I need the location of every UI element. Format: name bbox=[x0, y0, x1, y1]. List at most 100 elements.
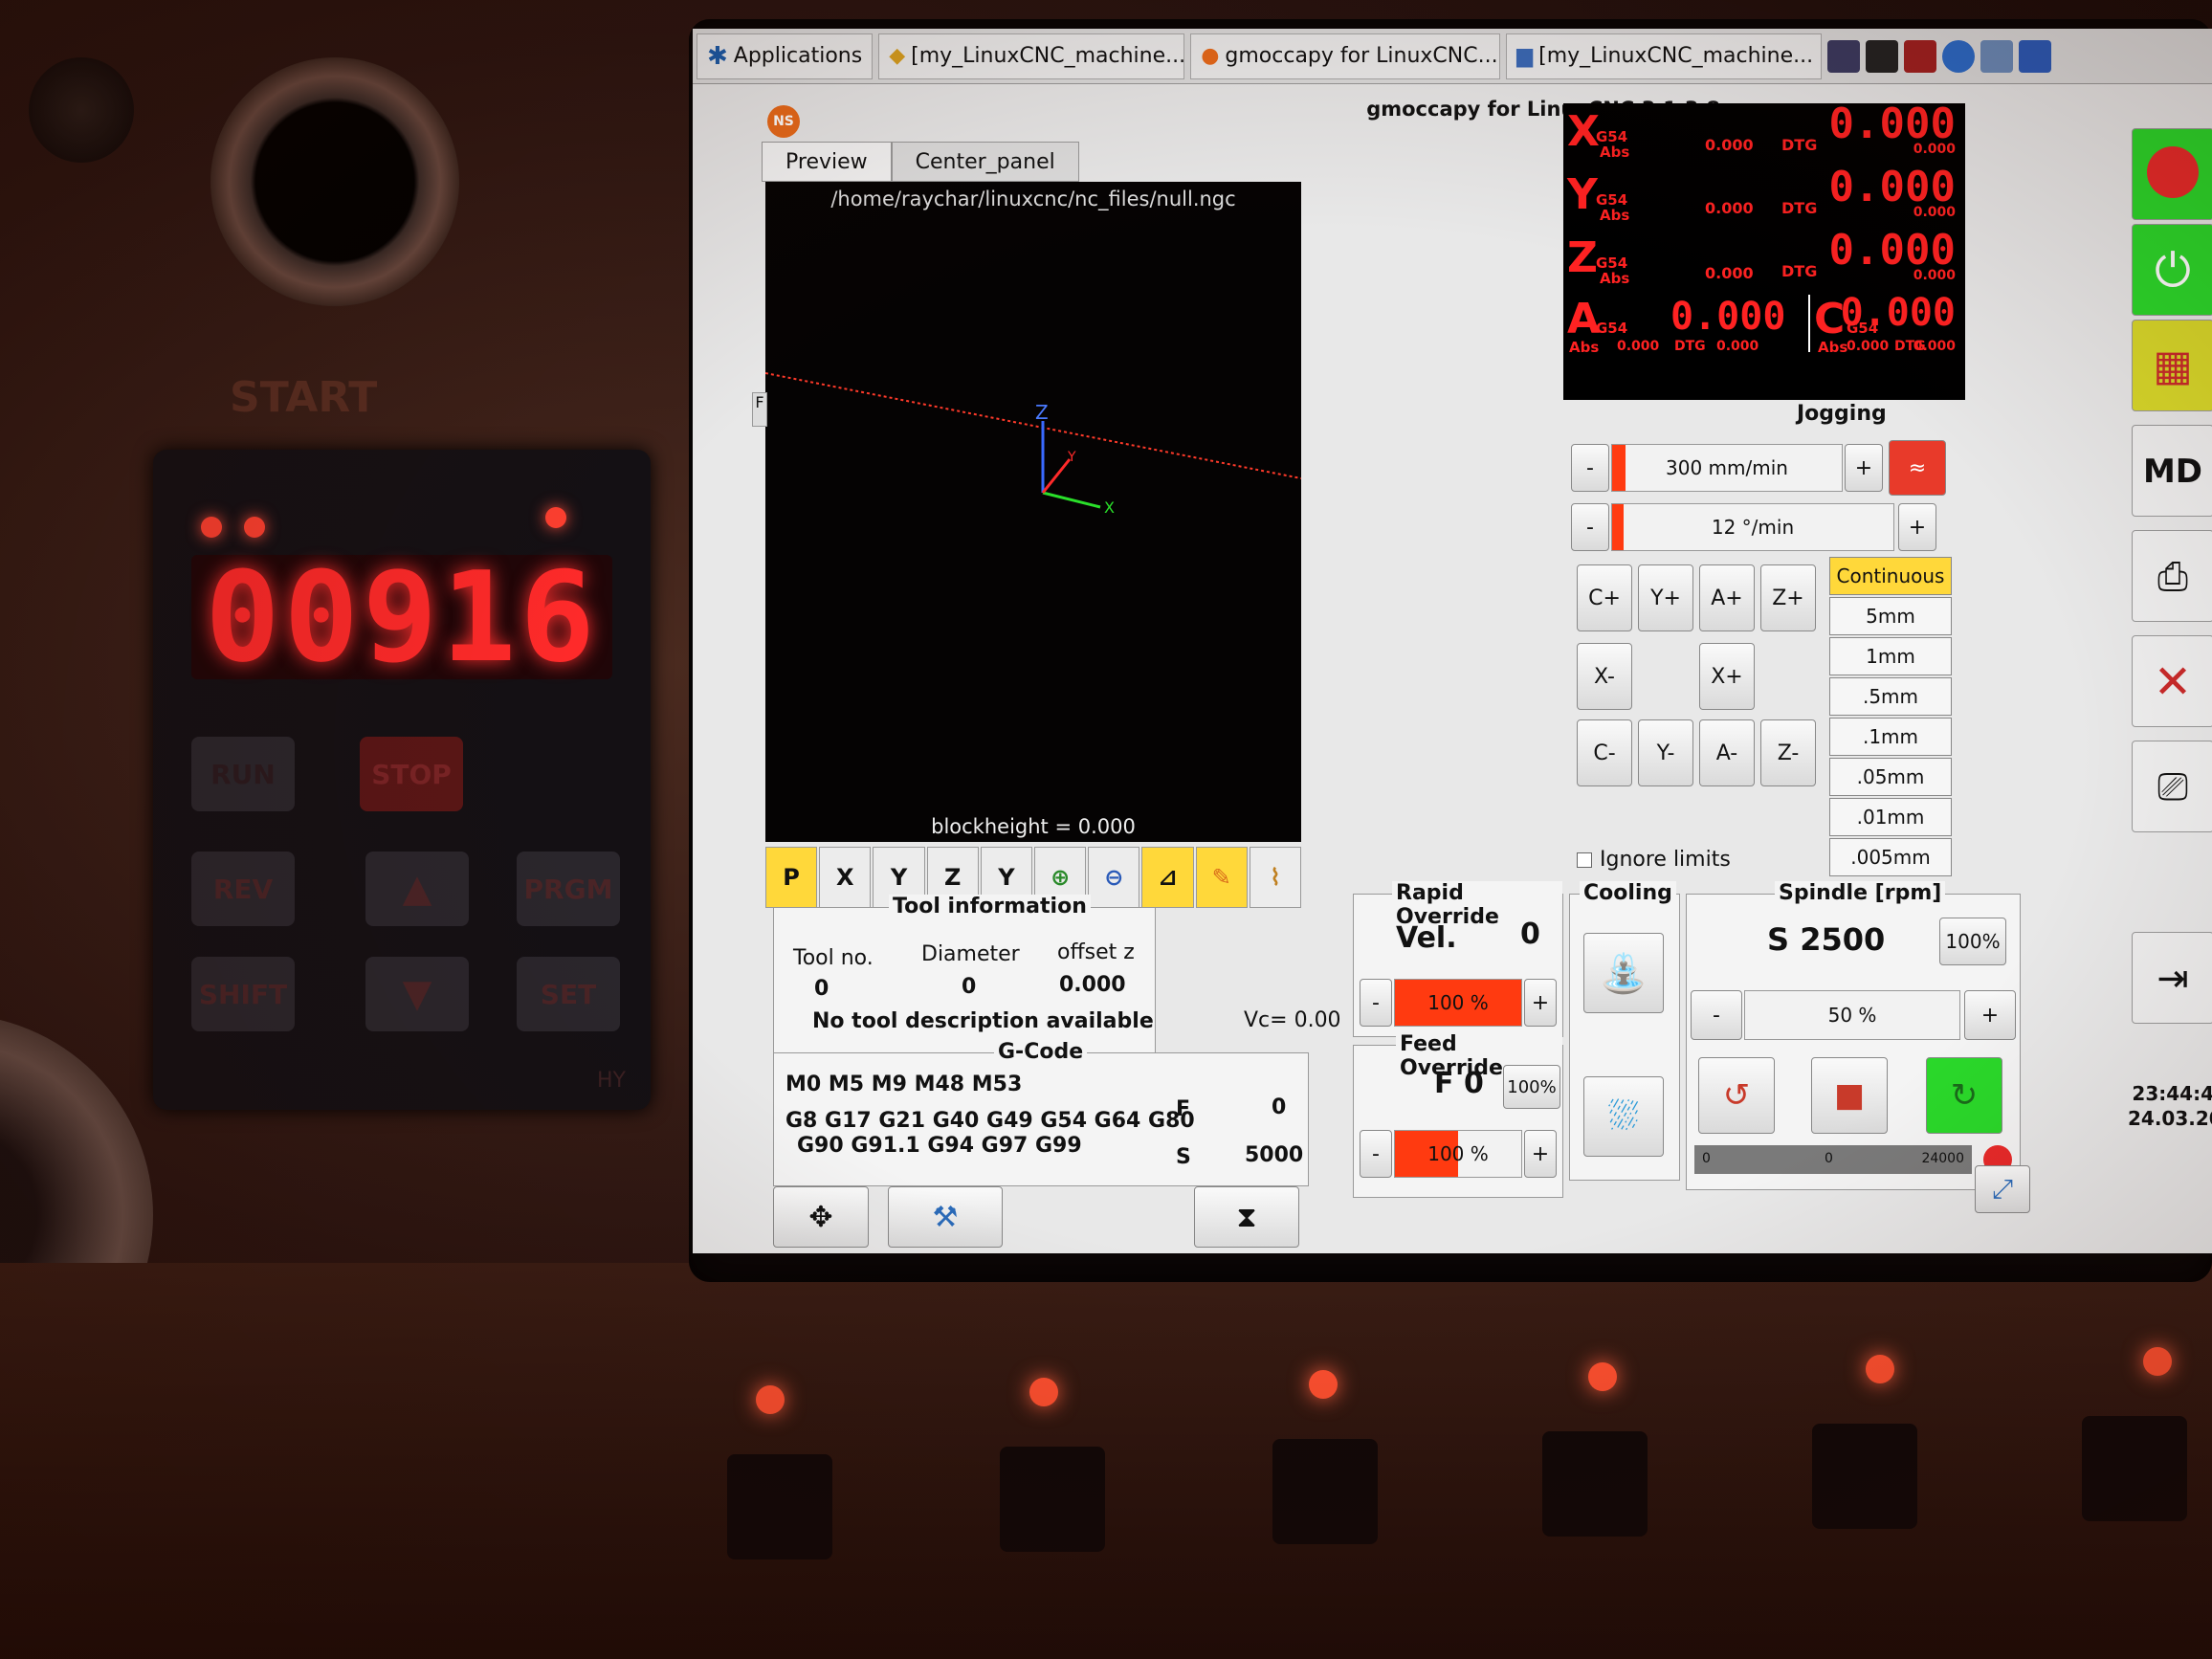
panel-knob[interactable] bbox=[29, 57, 134, 163]
jog-mode-icon[interactable]: ✥ bbox=[773, 1186, 869, 1248]
vfd-prgm-button[interactable]: PRGM bbox=[517, 852, 620, 926]
feed-reset-button[interactable]: 100% bbox=[1503, 1065, 1560, 1109]
applications-menu[interactable]: ✱ Applications bbox=[697, 33, 874, 79]
dimensions-icon[interactable]: ⊿ bbox=[1141, 847, 1194, 908]
browser-icon[interactable] bbox=[1942, 39, 1976, 73]
spindle-reset-button[interactable]: 100% bbox=[1939, 918, 2006, 965]
jog-z-minus-button[interactable]: Z- bbox=[1760, 719, 1816, 786]
panel-button[interactable] bbox=[1812, 1424, 1917, 1529]
panel-button[interactable] bbox=[727, 1454, 832, 1559]
jog-a-minus-button[interactable]: A- bbox=[1699, 719, 1755, 786]
task-linuxcnc-1[interactable]: ◆ [my_LinuxCNC_machine... bbox=[878, 33, 1185, 79]
user-tabs-icon[interactable]: ⎚ bbox=[2132, 741, 2212, 832]
task-linuxcnc-2[interactable]: ▆ [my_LinuxCNC_machine... bbox=[1506, 33, 1823, 79]
jog-y-plus-button[interactable]: Y+ bbox=[1638, 564, 1693, 631]
dro-value-a[interactable]: 0.000 bbox=[1670, 295, 1785, 339]
search-icon[interactable] bbox=[1980, 39, 2014, 73]
fullscreen-icon[interactable]: ⤢ bbox=[1975, 1165, 2030, 1213]
spindle-ccw-icon[interactable]: ↺ bbox=[1698, 1057, 1775, 1134]
jog-angular-minus[interactable]: - bbox=[1571, 503, 1609, 551]
pencil-icon[interactable]: ✎ bbox=[1195, 847, 1248, 908]
panel-button[interactable] bbox=[2082, 1416, 2187, 1521]
vfd-controller: 00916 RUN STOP REV ▲ PRGM SHIFT ▼ SET HY bbox=[153, 450, 651, 1110]
dro-mode: Abs bbox=[1600, 207, 1630, 224]
rapid-plus-button[interactable]: + bbox=[1524, 979, 1557, 1027]
jog-a-plus-button[interactable]: A+ bbox=[1699, 564, 1755, 631]
vel-value: 0 bbox=[1520, 918, 1540, 951]
terminal-icon[interactable] bbox=[1866, 39, 1899, 73]
tab-preview[interactable]: Preview bbox=[762, 142, 892, 182]
increment-continuous[interactable]: Continuous bbox=[1829, 557, 1952, 595]
emergency-stop-knob[interactable] bbox=[210, 57, 459, 306]
view-x-button[interactable]: X bbox=[819, 847, 872, 908]
coolant-flood-icon[interactable]: ⛲ bbox=[1583, 933, 1664, 1013]
feed-plus-button[interactable]: + bbox=[1524, 1130, 1557, 1178]
jog-x-plus-button[interactable]: X+ bbox=[1699, 643, 1755, 710]
vfd-shift-button[interactable]: SHIFT bbox=[191, 957, 295, 1031]
jog-speed-minus[interactable]: - bbox=[1571, 444, 1609, 492]
jog-speed-plus[interactable]: + bbox=[1845, 444, 1883, 492]
dro-value-c[interactable]: 0.000 bbox=[1841, 291, 1956, 335]
jog-x-minus-button[interactable]: X- bbox=[1577, 643, 1632, 710]
panel-button[interactable] bbox=[1272, 1439, 1378, 1544]
auto-mode-icon[interactable]: ⎙ bbox=[2132, 530, 2212, 622]
vfd-up-button[interactable]: ▲ bbox=[365, 852, 469, 926]
increment-0-1mm[interactable]: .1mm bbox=[1829, 718, 1952, 756]
rapid-minus-button[interactable]: - bbox=[1360, 979, 1392, 1027]
power-icon[interactable]: ⏻ bbox=[2132, 224, 2212, 316]
feed-minus-button[interactable]: - bbox=[1360, 1130, 1392, 1178]
estop-icon[interactable] bbox=[2132, 128, 2212, 220]
gcode-preview[interactable]: /home/raychar/linuxcnc/nc_files/null.ngc… bbox=[765, 182, 1301, 842]
feed-override-slider[interactable]: 100 % bbox=[1394, 1130, 1522, 1178]
zoom-out-icon[interactable]: ⊖ bbox=[1088, 847, 1140, 908]
clear-broom-icon[interactable]: ⌇ bbox=[1249, 847, 1302, 908]
dro-dtg-a: 0.000 bbox=[1716, 339, 1759, 354]
mdi-mode-icon[interactable]: MD bbox=[2132, 425, 2212, 517]
jog-z-plus-button[interactable]: Z+ bbox=[1760, 564, 1816, 631]
exit-icon[interactable]: ⇥ bbox=[2132, 932, 2212, 1024]
increment-0-005mm[interactable]: .005mm bbox=[1829, 838, 1952, 876]
gcode-s-label: S bbox=[1176, 1145, 1191, 1169]
tab-center-panel[interactable]: Center_panel bbox=[891, 142, 1079, 182]
increment-0-01mm[interactable]: .01mm bbox=[1829, 798, 1952, 836]
rapid-override-slider[interactable]: 100 % bbox=[1394, 979, 1522, 1027]
folder-icon[interactable] bbox=[2019, 39, 2052, 73]
tray-icon[interactable] bbox=[1904, 39, 1937, 73]
vfd-run-button[interactable]: RUN bbox=[191, 737, 295, 811]
jog-c-minus-button[interactable]: C- bbox=[1577, 719, 1632, 786]
x-axis-label: X bbox=[1104, 498, 1115, 517]
spindle-minus-button[interactable]: - bbox=[1691, 990, 1742, 1040]
spindle-plus-button[interactable]: + bbox=[1964, 990, 2016, 1040]
increment-0-05mm[interactable]: .05mm bbox=[1829, 758, 1952, 796]
tool-table-icon[interactable]: ⚒ bbox=[888, 1186, 1003, 1248]
vfd-stop-button[interactable]: STOP bbox=[360, 737, 463, 811]
panel-button[interactable] bbox=[1542, 1431, 1648, 1537]
spindle-cw-icon[interactable]: ↻ bbox=[1926, 1057, 2002, 1134]
increment-0-5mm[interactable]: .5mm bbox=[1829, 677, 1952, 716]
increment-5mm[interactable]: 5mm bbox=[1829, 597, 1952, 635]
spindle-stop-icon[interactable]: ■ bbox=[1811, 1057, 1888, 1134]
ignore-limits-checkbox[interactable] bbox=[1577, 852, 1592, 868]
view-p-button[interactable]: P bbox=[765, 847, 818, 908]
tool-measure-icon[interactable]: ⧗ bbox=[1194, 1186, 1299, 1248]
increment-1mm[interactable]: 1mm bbox=[1829, 637, 1952, 675]
coolant-mist-icon[interactable]: ⛆ bbox=[1583, 1076, 1664, 1157]
ignore-limits[interactable]: Ignore limits bbox=[1577, 848, 1731, 872]
settings-tools-icon[interactable]: ✕ bbox=[2132, 635, 2212, 727]
manual-mode-icon[interactable]: ▦ bbox=[2132, 320, 2212, 411]
jog-speed-slider[interactable]: 300 mm/min bbox=[1611, 444, 1843, 492]
vfd-down-button[interactable]: ▼ bbox=[365, 957, 469, 1031]
jog-c-plus-button[interactable]: C+ bbox=[1577, 564, 1632, 631]
tray-icon[interactable] bbox=[1827, 39, 1861, 73]
jog-y-minus-button[interactable]: Y- bbox=[1638, 719, 1693, 786]
panel-button[interactable] bbox=[1000, 1447, 1105, 1552]
panel-led bbox=[1029, 1378, 1058, 1406]
spindle-override-slider[interactable]: 50 % bbox=[1744, 990, 1960, 1040]
vfd-rev-button[interactable]: REV bbox=[191, 852, 295, 926]
turtle-rabbit-icon[interactable]: ≈ bbox=[1889, 440, 1946, 496]
jog-angular-slider[interactable]: 12 °/min bbox=[1611, 503, 1894, 551]
vfd-set-button[interactable]: SET bbox=[517, 957, 620, 1031]
side-tab[interactable]: F bbox=[752, 392, 767, 427]
jog-angular-plus[interactable]: + bbox=[1898, 503, 1936, 551]
task-gmoccapy[interactable]: ● gmoccapy for LinuxCNC... bbox=[1190, 33, 1501, 79]
